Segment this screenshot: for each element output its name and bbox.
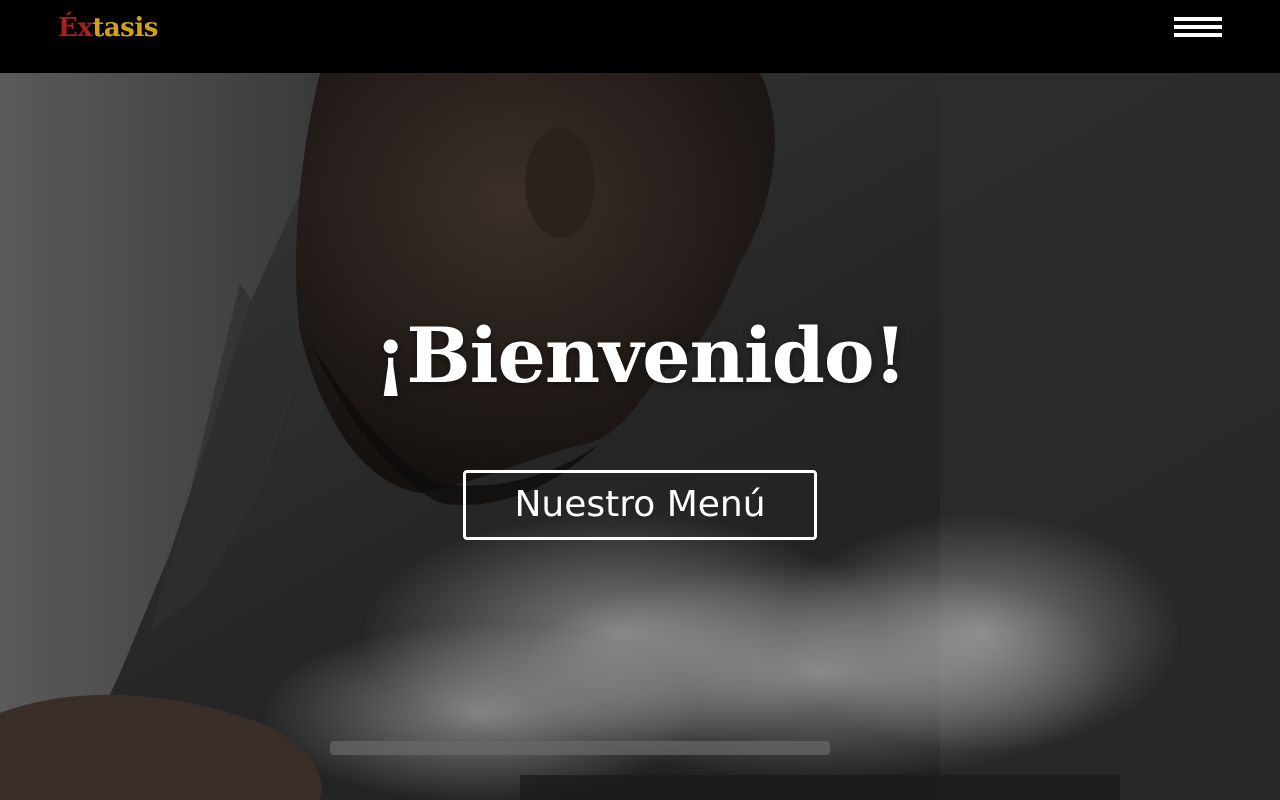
top-navbar: Éxtasis xyxy=(0,0,1280,73)
logo-text-part-b: tasis xyxy=(92,13,158,43)
menu-cta-button[interactable]: Nuestro Menú xyxy=(463,470,817,540)
logo-text-part-a: Éx xyxy=(58,13,93,43)
hero-background-image xyxy=(0,73,1280,800)
menu-bar xyxy=(1174,25,1222,29)
hamburger-menu-icon[interactable] xyxy=(1172,14,1224,44)
hero-title: ¡Bienvenido! xyxy=(374,311,907,400)
brand-logo[interactable]: Éxtasis xyxy=(58,10,158,46)
hero-section: ¡Bienvenido! Nuestro Menú xyxy=(0,73,1280,800)
menu-bar xyxy=(1174,33,1222,37)
menu-bar xyxy=(1174,17,1222,21)
